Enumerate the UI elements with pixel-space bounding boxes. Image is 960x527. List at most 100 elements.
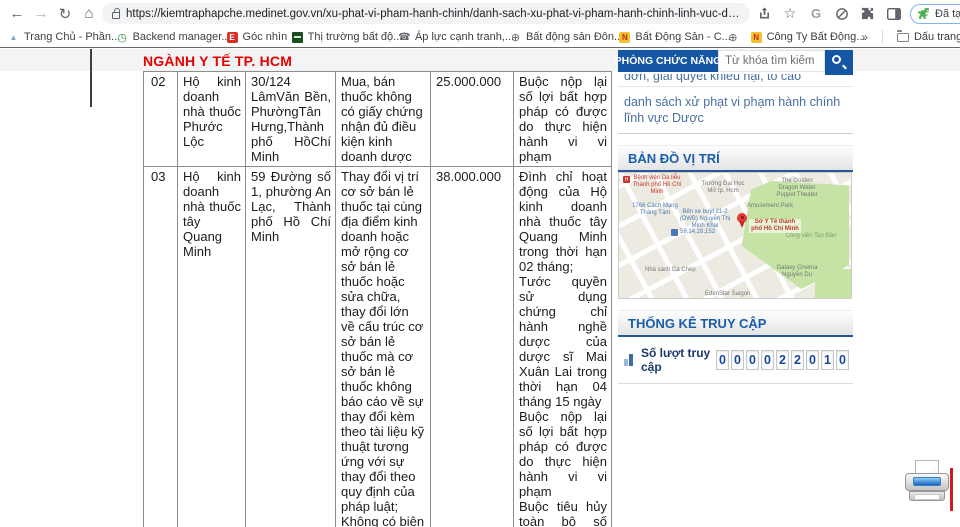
bookmark-item[interactable]: N Bất Động Sản - C...	[619, 31, 713, 43]
pen-extension-icon[interactable]	[830, 2, 854, 26]
cell-stt: 03	[144, 167, 178, 527]
bookmark-item[interactable]: E Góc nhìn	[227, 31, 278, 43]
map-pin-icon[interactable]	[737, 213, 747, 223]
cell-measures: Đình chỉ hoạt động của Hộ kinh doanh nhà…	[514, 167, 612, 527]
counter-digit: 0	[836, 350, 849, 370]
page-title: NGÀNH Y TẾ TP. HCM	[143, 53, 292, 69]
bookmark-star-icon[interactable]: ☆	[778, 2, 802, 26]
stats-section-header: THỐNG KÊ TRUY CẬP	[618, 310, 853, 337]
globe-favicon-icon: ⊕	[727, 32, 738, 43]
table-row: 03 Hộ kinh doanh nhà thuốc tây Quang Min…	[144, 167, 612, 527]
phone-favicon-icon: ☎	[399, 32, 410, 43]
cell-fine: 25.000.000	[431, 72, 514, 167]
map-label: Công viên Tao Đàn	[785, 233, 837, 240]
counter-digit: 0	[746, 350, 759, 370]
cell-address: 59 Đường số 1, phường An Lạc, Thành phố …	[246, 167, 336, 527]
counter-digit: 0	[806, 350, 819, 370]
other-bookmarks-folder[interactable]: Dấu trang	[897, 31, 952, 43]
bookmarks-bar: ▲ Trang Chủ - Phần... ◷ Backend manager.…	[0, 27, 960, 47]
lock-icon	[112, 12, 120, 19]
reload-icon[interactable]: ↻	[54, 3, 76, 25]
printer-output	[914, 494, 940, 500]
side-panel-icon[interactable]	[882, 2, 906, 26]
scrolled-header-edge	[90, 49, 92, 107]
bookmark-item[interactable]: ☎ Áp lực cạnh tranh,...	[399, 31, 496, 43]
cell-stt: 02	[144, 72, 178, 167]
paused-label: Đã tạm dừng	[935, 8, 960, 20]
bookmark-item[interactable]: ⊕ Bất động sản Đôn...	[510, 31, 605, 43]
map-label: EdenStar Saigon	[705, 291, 750, 298]
visit-counter-label: Số lượt truy cập	[641, 346, 716, 374]
map-label: Sở Y Tế thành phố Hồ Chí Minh	[749, 219, 801, 233]
counter-digit: 2	[791, 350, 804, 370]
right-sidebar: PHÒNG CHỨC NĂNG đơn, giải quyết khiếu nạ…	[618, 50, 853, 384]
cell-violation: Thay đổi vị trí cơ sở bán lẻ thuốc tại c…	[336, 167, 431, 527]
counter-digit: 2	[776, 350, 789, 370]
menu-item-danh-sach-xu-phat[interactable]: danh sách xử phạt vi phạm hành chính lĩn…	[618, 87, 853, 133]
dino-icon	[917, 7, 930, 20]
counter-digit: 0	[731, 350, 744, 370]
bookmark-item[interactable]: ◷ Backend manager...	[117, 31, 213, 43]
paused-button[interactable]: Đã tạm dừng	[910, 4, 960, 24]
map-label: Amusement Park	[747, 203, 793, 210]
counter-digit: 0	[716, 350, 729, 370]
forward-icon[interactable]: →	[30, 3, 52, 25]
bus-stop-icon	[671, 229, 678, 236]
cell-violation: Mua, bán thuốc không có giấy chứng nhận …	[336, 72, 431, 167]
cell-fine: 38.000.000	[431, 167, 514, 527]
tab-phong-chuc-nang[interactable]: PHÒNG CHỨC NĂNG	[618, 50, 718, 72]
visit-counter-panel: Số lượt truy cập 0 0 0 0 2 2 0 1 0	[618, 337, 853, 384]
map-label: Trường Đại Học Mở tp. Hcm	[697, 181, 749, 195]
url-bar[interactable]: https://kiemtraphapche.medinet.gov.vn/xu…	[102, 3, 750, 24]
hospital-marker-icon: H	[623, 176, 630, 183]
red-e-favicon-icon: E	[227, 32, 238, 43]
function-menu: đơn, giải quyết khiếu nại, tố cáo danh s…	[618, 74, 853, 134]
back-icon[interactable]: ←	[6, 3, 28, 25]
map-label: 1766 Cách Mạng Tháng Tám	[629, 203, 681, 217]
bookmarks-overflow-chevron[interactable]: »	[861, 30, 868, 44]
toolbar: ← → ↻ ⌂ https://kiemtraphapche.medinet.g…	[0, 0, 960, 27]
search-input[interactable]	[718, 50, 825, 72]
yellow-n-favicon-icon: N	[619, 32, 630, 43]
table-row: 02 Hộ kinh doanh nhà thuốc Phước Lộc 30/…	[144, 72, 612, 167]
cell-name: Hộ kinh doanh nhà thuốc Phước Lộc	[178, 72, 246, 167]
yellow-n-favicon-icon: N	[751, 32, 762, 43]
print-button[interactable]	[903, 460, 951, 506]
clock-favicon-icon: ◷	[117, 32, 128, 43]
bookmark-item[interactable]: Thị trường bất độ...	[292, 31, 385, 43]
map-label: The Golden Dragon Water Puppet Theater	[771, 178, 823, 199]
search-button[interactable]	[825, 50, 853, 75]
cell-measures: Buộc nộp lại số lợi bất hợp pháp có được…	[514, 72, 612, 167]
bookmarks-divider	[882, 30, 883, 44]
green-box-favicon-icon	[292, 32, 303, 43]
visit-counter-digits: 0 0 0 0 2 2 0 1 0	[716, 350, 849, 370]
page-content: NGÀNH Y TẾ TP. HCM 02 Hộ kinh doanh nhà …	[0, 48, 960, 527]
violations-table: 02 Hộ kinh doanh nhà thuốc Phước Lộc 30/…	[143, 71, 612, 527]
cell-name: Hộ kinh doanh nhà thuốc tây Quang Minh	[178, 167, 246, 527]
map-label: Nhà sách Cá Chép	[645, 267, 696, 274]
share-icon[interactable]	[752, 2, 776, 26]
red-marker-line	[950, 468, 953, 511]
chart-bars-icon	[624, 354, 635, 366]
counter-digit: 1	[821, 350, 834, 370]
extensions-puzzle-icon[interactable]	[856, 2, 880, 26]
menu-item-clipped[interactable]: đơn, giải quyết khiếu nại, tố cáo	[618, 74, 853, 86]
map-label: Bệnh viện Da liễu Thành phố Hồ Chí Minh	[631, 175, 683, 196]
counter-digit: 0	[761, 350, 774, 370]
globe-favicon-icon: ⊕	[510, 32, 521, 43]
map-label: 59,14,28,152	[680, 229, 715, 236]
printer-screen	[913, 477, 941, 486]
bookmark-item[interactable]: N Công Ty Bất Động...	[751, 31, 848, 43]
map-label: Bến xe buýt 21-2 (DWB) Nguyễn Thị Minh K…	[679, 209, 731, 230]
bookmark-item[interactable]: ▲ Trang Chủ - Phần...	[8, 31, 103, 43]
home-icon[interactable]: ⌂	[78, 3, 100, 25]
map-section-header: BẢN ĐỒ VỊ TRÍ	[618, 145, 853, 172]
map-label: Galaxy Cinema Nguyễn Du	[771, 265, 823, 279]
location-map[interactable]: H Bệnh viện Da liễu Thành phố Hồ Chí Min…	[618, 172, 852, 299]
screenshot-root: ← → ↻ ⌂ https://kiemtraphapche.medinet.g…	[0, 0, 960, 527]
browser-chrome: ← → ↻ ⌂ https://kiemtraphapche.medinet.g…	[0, 0, 960, 48]
google-account-icon[interactable]: G	[804, 2, 828, 26]
folder-icon	[897, 33, 909, 42]
bookmark-item[interactable]: ⊕	[727, 32, 736, 43]
search-icon	[832, 55, 841, 64]
